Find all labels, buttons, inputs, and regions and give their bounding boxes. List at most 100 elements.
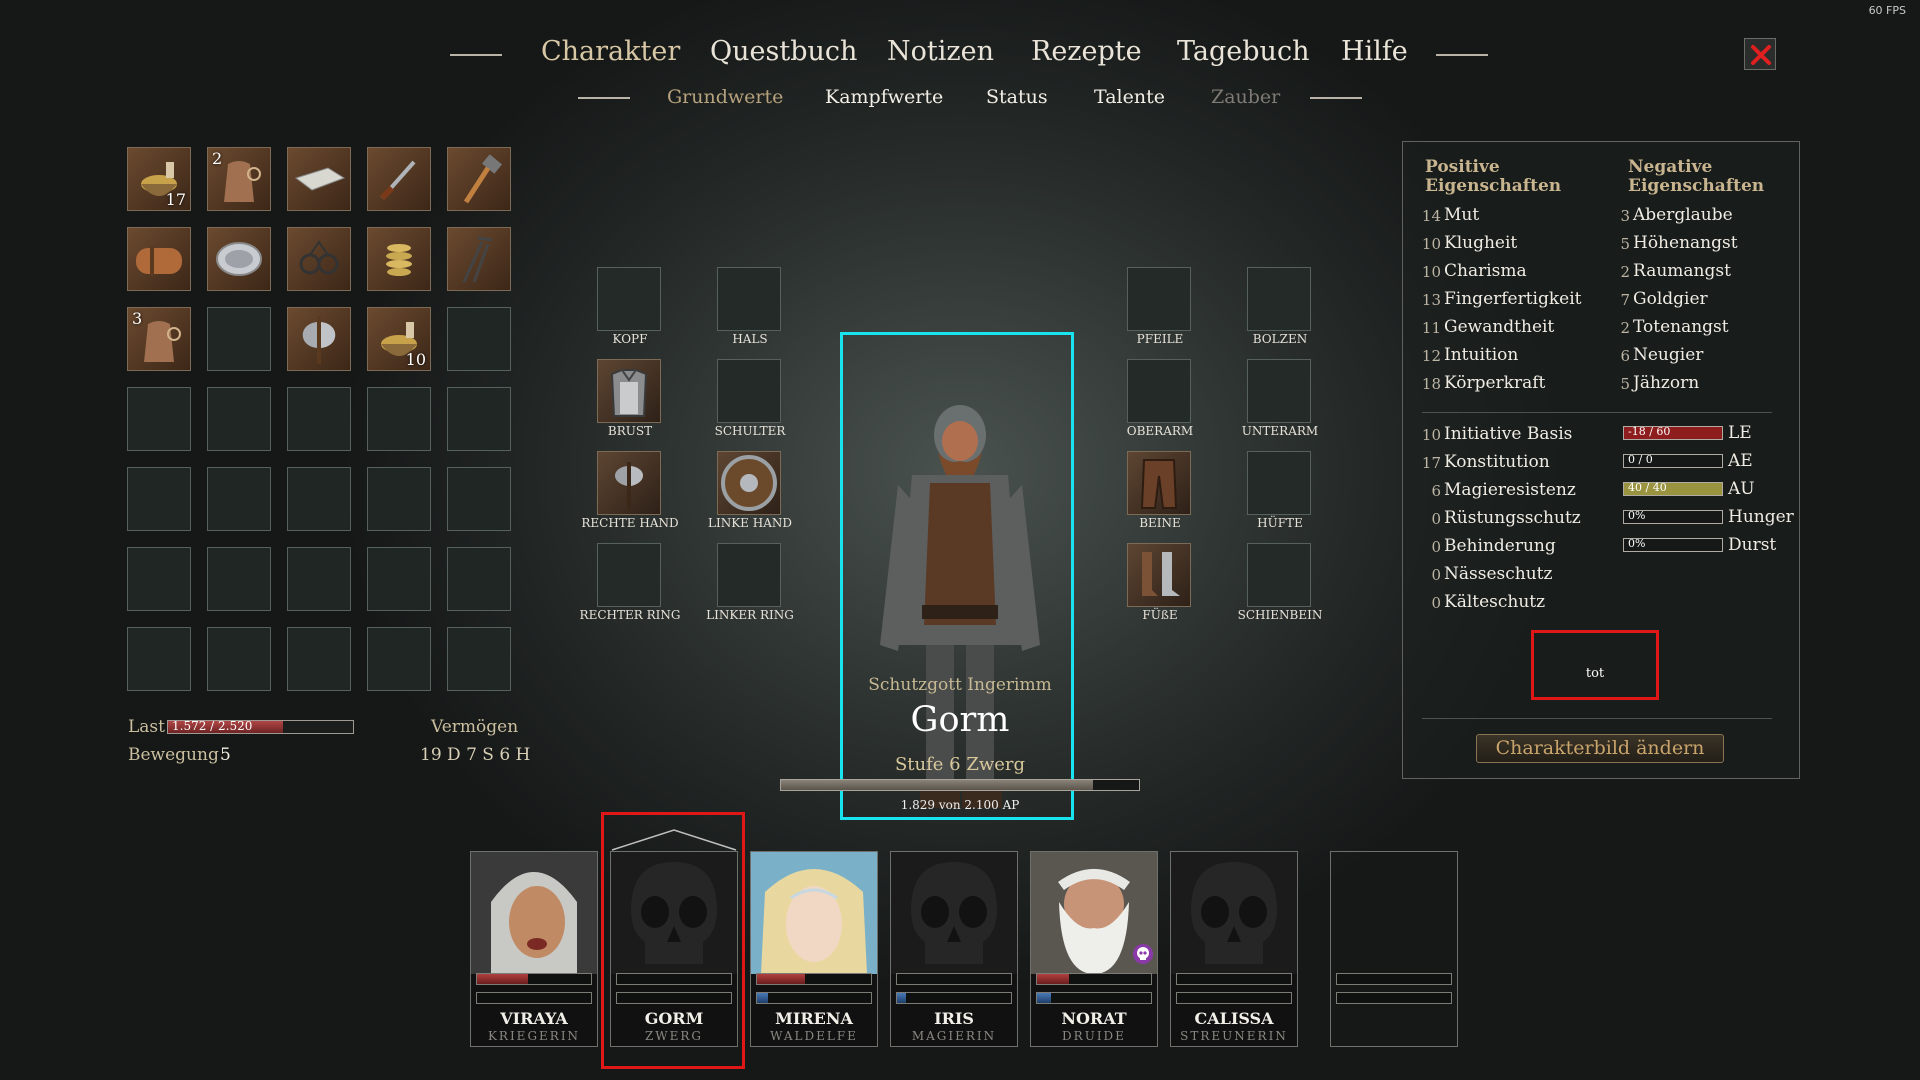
inventory-slot[interactable] xyxy=(447,307,511,371)
inventory-slot[interactable] xyxy=(367,627,431,691)
inventory-slot[interactable] xyxy=(207,227,271,291)
inventory-slot[interactable] xyxy=(287,147,351,211)
slot-huefte[interactable] xyxy=(1247,451,1311,515)
inventory-slot[interactable] xyxy=(207,387,271,451)
subtab-talente[interactable]: Talente xyxy=(1094,86,1165,108)
slot-linker-ring[interactable] xyxy=(717,543,781,607)
slot-fuesse[interactable] xyxy=(1127,543,1191,607)
member-class: WALDELFE xyxy=(770,1029,858,1043)
slot-rechter-ring[interactable] xyxy=(597,543,661,607)
tab-charakter[interactable]: Charakter xyxy=(541,36,680,67)
inventory-slot[interactable] xyxy=(367,467,431,531)
inventory-slot[interactable] xyxy=(367,547,431,611)
tab-notizen[interactable]: Notizen xyxy=(887,36,994,67)
inventory-slot[interactable] xyxy=(287,387,351,451)
inventory-slot[interactable] xyxy=(207,467,271,531)
negative-attribute-value: 6 xyxy=(1620,347,1630,365)
slot-rechte-hand[interactable] xyxy=(597,451,661,515)
derived-stat-label: Magieresistenz xyxy=(1444,480,1576,500)
party-member[interactable]: IRIS MAGIERIN xyxy=(890,851,1018,1047)
inventory-slot[interactable] xyxy=(127,547,191,611)
inventory-slot[interactable] xyxy=(127,387,191,451)
mana-bar xyxy=(1336,992,1452,1004)
slot-kopf[interactable] xyxy=(597,267,661,331)
slot-beine[interactable] xyxy=(1127,451,1191,515)
slot-unterarm[interactable] xyxy=(1247,359,1311,423)
party-member[interactable]: CALISSA STREUNERIN xyxy=(1170,851,1298,1047)
inventory-slot[interactable] xyxy=(367,387,431,451)
slot-oberarm[interactable] xyxy=(1127,359,1191,423)
member-class: KRIEGERIN xyxy=(487,1029,581,1043)
slot-rechte-hand-label: RECHTE HAND xyxy=(581,516,679,530)
subtab-grundwerte[interactable]: Grundwerte xyxy=(667,86,783,108)
slot-pfeile[interactable] xyxy=(1127,267,1191,331)
stats-divider xyxy=(1422,412,1772,413)
meter-value: 0% xyxy=(1628,509,1646,522)
bedroll-icon xyxy=(136,246,182,276)
party-member[interactable]: VIRAYA KRIEGERIN xyxy=(470,851,598,1047)
inventory-slot[interactable] xyxy=(447,387,511,451)
negative-attribute-label: Aberglaube xyxy=(1633,205,1733,225)
tab-questbuch[interactable]: Questbuch xyxy=(710,36,857,67)
inventory-slot[interactable]: 17 xyxy=(127,147,191,211)
party-member[interactable] xyxy=(1330,851,1458,1047)
negative-attribute-label: Totenangst xyxy=(1633,317,1729,337)
subtab-status[interactable]: Status xyxy=(986,86,1048,108)
slot-linke-hand-label: LINKE HAND xyxy=(708,516,792,530)
inventory-slot[interactable] xyxy=(447,467,511,531)
inventory-slot[interactable] xyxy=(447,627,511,691)
party-member[interactable]: NORAT DRUIDE xyxy=(1030,851,1158,1047)
skull-icon xyxy=(1133,944,1153,964)
inventory-slot[interactable]: 3 xyxy=(127,307,191,371)
slot-schulter[interactable] xyxy=(717,359,781,423)
positive-attribute-label: Intuition xyxy=(1444,345,1519,365)
skull-icon xyxy=(891,852,1017,974)
member-portrait xyxy=(471,852,597,974)
meter-value: 40 / 40 xyxy=(1628,481,1667,494)
inventory-slot[interactable] xyxy=(287,307,351,371)
positive-attribute-value: 11 xyxy=(1421,319,1441,337)
party-member[interactable]: GORM ZWERG xyxy=(610,851,738,1047)
subtab-zauber[interactable]: Zauber xyxy=(1211,86,1280,108)
inventory-slot[interactable] xyxy=(127,627,191,691)
inventory-slot[interactable] xyxy=(447,547,511,611)
inventory-slot[interactable] xyxy=(127,227,191,291)
inventory-slot[interactable] xyxy=(207,307,271,371)
slot-bolzen[interactable] xyxy=(1247,267,1311,331)
slot-kopf-label: KOPF xyxy=(612,332,648,346)
inventory-slot[interactable] xyxy=(447,227,511,291)
inventory-slot[interactable] xyxy=(287,467,351,531)
close-button[interactable] xyxy=(1744,38,1776,70)
meter-label: LE xyxy=(1728,423,1752,443)
inventory-slot[interactable]: 2 xyxy=(207,147,271,211)
member-name: CALISSA xyxy=(1194,1009,1274,1028)
tab-hilfe[interactable]: Hilfe xyxy=(1341,36,1408,67)
inventory-slot[interactable] xyxy=(207,547,271,611)
derived-stat-value: 17 xyxy=(1421,454,1441,472)
slot-brust[interactable] xyxy=(597,359,661,423)
subtab-kampfwerte[interactable]: Kampfwerte xyxy=(825,86,943,108)
inventory-slot[interactable] xyxy=(127,467,191,531)
inventory-slot[interactable] xyxy=(367,227,431,291)
subtab-rule-right xyxy=(1310,97,1362,99)
slot-hals[interactable] xyxy=(717,267,781,331)
slot-schienbein[interactable] xyxy=(1247,543,1311,607)
party-member[interactable]: MIRENA WALDELFE xyxy=(750,851,878,1047)
inventory-slot[interactable] xyxy=(287,627,351,691)
inventory-slot[interactable] xyxy=(287,547,351,611)
inventory-slot[interactable]: 10 xyxy=(367,307,431,371)
wealth-label: Vermögen xyxy=(431,717,519,737)
inventory-slot[interactable] xyxy=(207,627,271,691)
positive-attribute-label: Fingerfertigkeit xyxy=(1444,289,1582,309)
tab-rezepte[interactable]: Rezepte xyxy=(1031,36,1142,67)
change-portrait-button[interactable]: Charakterbild ändern xyxy=(1476,734,1724,763)
meter-bar: 0% xyxy=(1623,509,1723,524)
inventory-slot[interactable] xyxy=(367,147,431,211)
inventory-slot[interactable] xyxy=(447,147,511,211)
tab-tagebuch[interactable]: Tagebuch xyxy=(1177,36,1309,67)
slot-linke-hand[interactable] xyxy=(717,451,781,515)
meter-label: Hunger xyxy=(1728,507,1794,527)
positive-attribute-value: 12 xyxy=(1421,347,1441,365)
inventory-slot[interactable] xyxy=(287,227,351,291)
meter-value: 0 / 0 xyxy=(1628,453,1653,466)
